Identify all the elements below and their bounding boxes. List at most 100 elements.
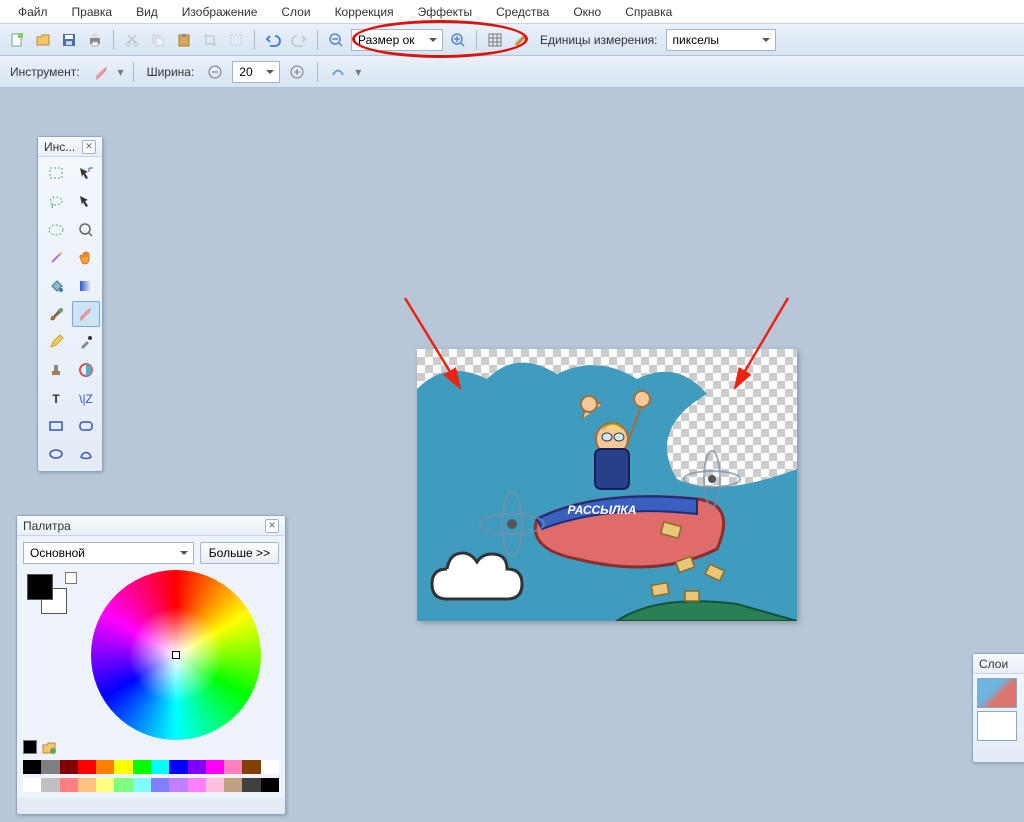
print-icon[interactable]	[84, 29, 106, 51]
tools-panel-title[interactable]: Инс... ✕	[38, 137, 102, 157]
separator	[254, 30, 255, 50]
palette-panel-title[interactable]: Палитра ✕	[17, 516, 285, 536]
palette-more-button[interactable]: Больше >>	[200, 542, 279, 564]
recent-color[interactable]	[23, 740, 37, 754]
svg-text:T: T	[52, 392, 60, 406]
redo-icon[interactable]	[288, 29, 310, 51]
menu-layers[interactable]: Слои	[269, 1, 322, 23]
antialias-icon[interactable]	[327, 61, 349, 83]
palette-mode-dropdown[interactable]: Основной	[23, 542, 194, 564]
ruler-icon[interactable]	[510, 29, 532, 51]
menu-help[interactable]: Справка	[613, 1, 684, 23]
tool-ellipse-shape[interactable]	[42, 441, 70, 467]
crop-icon[interactable]	[199, 29, 221, 51]
antialias-dropdown-arrow[interactable]: ▾	[355, 65, 361, 79]
tool-move-selection[interactable]	[72, 189, 100, 215]
tool-clone[interactable]	[42, 357, 70, 383]
layer-thumbnail[interactable]	[977, 678, 1017, 708]
tool-magic-wand[interactable]	[42, 245, 70, 271]
menu-effects[interactable]: Эффекты	[406, 1, 485, 23]
tool-lasso[interactable]	[42, 189, 70, 215]
tool-pencil[interactable]	[42, 329, 70, 355]
separator	[113, 30, 114, 50]
color-wheel-cursor[interactable]	[172, 651, 180, 659]
zoom-level-value: Размер ок	[358, 33, 415, 47]
new-file-icon[interactable]	[6, 29, 28, 51]
layers-panel-title[interactable]: Слои	[973, 654, 1024, 674]
tool-freeform[interactable]	[72, 441, 100, 467]
document-canvas[interactable]: РАССЫЛКА	[417, 349, 797, 621]
tool-ellipse-select[interactable]	[42, 217, 70, 243]
deselect-icon[interactable]	[225, 29, 247, 51]
tool-recolor[interactable]	[72, 357, 100, 383]
tool-zoom[interactable]	[72, 217, 100, 243]
zoom-out-icon[interactable]	[325, 29, 347, 51]
tool-move[interactable]	[72, 161, 100, 187]
menu-image[interactable]: Изображение	[170, 1, 270, 23]
save-icon[interactable]	[58, 29, 80, 51]
zoom-level-dropdown[interactable]: Размер ок	[351, 29, 443, 51]
units-label: Единицы измерения:	[540, 33, 658, 47]
width-input[interactable]: 20	[232, 61, 280, 83]
tool-rect-select[interactable]	[42, 161, 70, 187]
palette-panel-title-text: Палитра	[23, 519, 71, 533]
tool-line[interactable]: \|Ζ	[72, 385, 100, 411]
tool-rounded-rect[interactable]	[72, 413, 100, 439]
layers-panel-title-text: Слои	[979, 657, 1008, 671]
menu-window[interactable]: Окно	[561, 1, 613, 23]
layer-thumbnail[interactable]	[977, 711, 1017, 741]
close-icon[interactable]: ✕	[265, 519, 279, 533]
canvas-image: РАССЫЛКА	[417, 349, 797, 621]
menu-bar: Файл Правка Вид Изображение Слои Коррекц…	[0, 0, 1024, 24]
tools-panel-title-text: Инс...	[44, 140, 75, 154]
palette-strip-2[interactable]	[23, 778, 279, 792]
menu-view[interactable]: Вид	[124, 1, 170, 23]
current-tool-icon[interactable]	[90, 61, 112, 83]
units-dropdown[interactable]: пикселы	[666, 29, 776, 51]
main-toolbar: Размер ок Единицы измерения: пикселы	[0, 24, 1024, 56]
zoom-in-icon[interactable]	[447, 29, 469, 51]
width-plus-icon[interactable]	[286, 61, 308, 83]
canvas-text: РАССЫЛКА	[568, 503, 637, 517]
cut-icon[interactable]	[121, 29, 143, 51]
tool-dropdown-arrow[interactable]: ▾	[118, 65, 124, 79]
tools-panel[interactable]: Инс... ✕ T \|Ζ	[37, 136, 103, 472]
separator	[476, 30, 477, 50]
width-value: 20	[239, 65, 252, 79]
menu-adjust[interactable]: Коррекция	[323, 1, 406, 23]
palette-mode-value: Основной	[30, 546, 85, 560]
menu-file[interactable]: Файл	[6, 1, 60, 23]
menu-edit[interactable]: Правка	[60, 1, 125, 23]
color-swatches[interactable]	[23, 570, 83, 630]
palette-strip[interactable]	[23, 760, 279, 774]
width-label: Ширина:	[147, 65, 195, 79]
tool-gradient[interactable]	[72, 273, 100, 299]
tool-pan[interactable]	[72, 245, 100, 271]
primary-color-swatch[interactable]	[27, 574, 53, 600]
layers-panel[interactable]: Слои	[972, 653, 1024, 763]
separator	[317, 30, 318, 50]
units-value: пикселы	[673, 33, 720, 47]
grid-icon[interactable]	[484, 29, 506, 51]
width-minus-icon[interactable]	[204, 61, 226, 83]
tool-label: Инструмент:	[10, 65, 80, 79]
tool-rect-shape[interactable]	[42, 413, 70, 439]
svg-text:\|Ζ: \|Ζ	[79, 392, 93, 406]
open-file-icon[interactable]	[32, 29, 54, 51]
tool-eraser[interactable]	[72, 301, 100, 327]
palette-panel[interactable]: Палитра ✕ Основной Больше >>	[16, 515, 286, 815]
tool-bucket[interactable]	[42, 273, 70, 299]
paste-icon[interactable]	[173, 29, 195, 51]
tool-text[interactable]: T	[42, 385, 70, 411]
menu-tools[interactable]: Средства	[484, 1, 561, 23]
swap-colors-icon[interactable]	[65, 572, 77, 584]
palette-more-label: Больше >>	[209, 546, 270, 560]
tool-color-picker[interactable]	[72, 329, 100, 355]
close-icon[interactable]: ✕	[82, 140, 96, 154]
undo-icon[interactable]	[262, 29, 284, 51]
add-color-icon[interactable]	[41, 740, 57, 756]
tool-brush[interactable]	[42, 301, 70, 327]
copy-icon[interactable]	[147, 29, 169, 51]
canvas-area: Инс... ✕ T \|Ζ	[0, 88, 1024, 822]
color-wheel[interactable]	[91, 570, 261, 740]
